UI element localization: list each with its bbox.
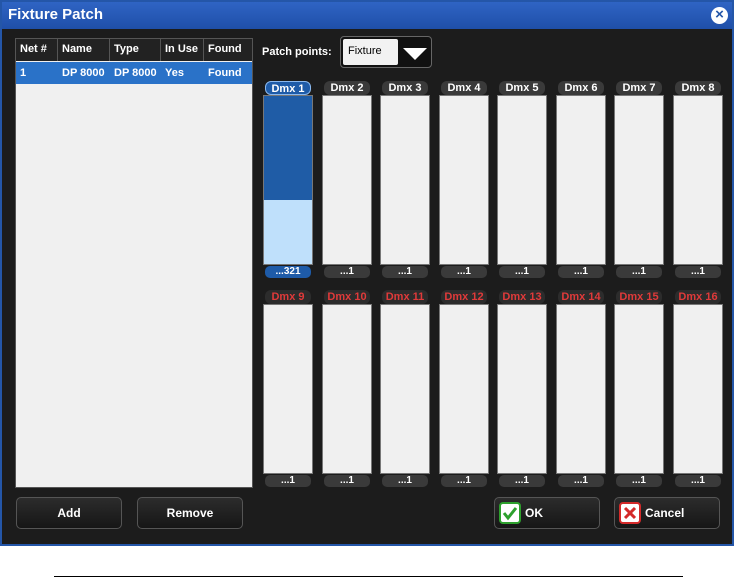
dmx-selected-fill (264, 200, 312, 264)
dmx-patch-slot[interactable] (263, 304, 313, 474)
column-header-in-use[interactable]: In Use (161, 39, 204, 61)
dmx-universe-12[interactable]: Dmx 12 ...1 (439, 290, 489, 492)
dmx-label: Dmx 16 (675, 290, 721, 304)
dmx-address-footer: ...1 (499, 266, 545, 278)
cancel-button-label: Cancel (645, 506, 685, 520)
dmx-label: Dmx 2 (324, 81, 370, 95)
dmx-patch-slot[interactable] (439, 304, 489, 474)
dmx-label: Dmx 10 (324, 290, 370, 304)
cell-name: DP 8000 (62, 67, 105, 79)
dmx-patch-slot[interactable] (497, 95, 547, 265)
dmx-address-footer: ...1 (616, 266, 662, 278)
dmx-universe-2[interactable]: Dmx 2 ...1 (322, 81, 372, 283)
dmx-universe-9[interactable]: Dmx 9 ...1 (263, 290, 313, 492)
dmx-used-fill (264, 96, 312, 200)
dmx-universe-5[interactable]: Dmx 5 ...1 (497, 81, 547, 283)
cell-in-use: Yes (165, 67, 184, 79)
dmx-patch-slot[interactable] (380, 304, 430, 474)
list-header: Net # Name Type In Use Found (16, 39, 252, 61)
dmx-label: Dmx 9 (265, 290, 311, 304)
dmx-label: Dmx 15 (616, 290, 662, 304)
checkmark-icon (499, 502, 521, 524)
column-header-net[interactable]: Net # (16, 39, 58, 61)
dmx-patch-slot[interactable] (439, 95, 489, 265)
dmx-universe-13[interactable]: Dmx 13 ...1 (497, 290, 547, 492)
dmx-label: Dmx 6 (558, 81, 604, 95)
dmx-label: Dmx 8 (675, 81, 721, 95)
column-header-name[interactable]: Name (58, 39, 110, 61)
dmx-universe-15[interactable]: Dmx 15 ...1 (614, 290, 664, 492)
cell-type: DP 8000 (114, 67, 157, 79)
column-header-found[interactable]: Found (204, 39, 252, 61)
dmx-universe-10[interactable]: Dmx 10 ...1 (322, 290, 372, 492)
dmx-universe-4[interactable]: Dmx 4 ...1 (439, 81, 489, 283)
dmx-universe-7[interactable]: Dmx 7 ...1 (614, 81, 664, 283)
dmx-address-footer: ...321 (265, 266, 311, 278)
add-button[interactable]: Add (16, 497, 122, 529)
remove-button-label: Remove (166, 506, 214, 520)
dmx-label: Dmx 1 (265, 81, 311, 95)
dmx-patch-slot[interactable] (614, 95, 664, 265)
dmx-label: Dmx 13 (499, 290, 545, 304)
dmx-patch-slot[interactable] (673, 304, 723, 474)
dmx-label: Dmx 11 (382, 290, 428, 304)
dmx-address-footer: ...1 (441, 475, 487, 487)
title-bar: Fixture Patch × (2, 2, 732, 29)
dmx-address-footer: ...1 (675, 266, 721, 278)
dmx-universe-11[interactable]: Dmx 11 ...1 (380, 290, 430, 492)
dmx-address-footer: ...1 (265, 475, 311, 487)
dmx-patch-slot[interactable] (263, 95, 313, 265)
chevron-down-icon (403, 48, 427, 60)
close-icon[interactable]: × (711, 7, 728, 24)
dmx-address-footer: ...1 (324, 475, 370, 487)
dmx-patch-slot[interactable] (673, 95, 723, 265)
ok-button[interactable]: OK (494, 497, 600, 529)
dmx-address-footer: ...1 (324, 266, 370, 278)
dmx-address-footer: ...1 (558, 475, 604, 487)
add-button-label: Add (57, 506, 81, 520)
cell-found: Found (208, 67, 242, 79)
ok-button-label: OK (525, 506, 543, 520)
dmx-address-footer: ...1 (382, 266, 428, 278)
patch-points-value: Fixture (343, 39, 398, 65)
dmx-universe-16[interactable]: Dmx 16 ...1 (673, 290, 723, 492)
dmx-patch-slot[interactable] (556, 95, 606, 265)
cancel-button[interactable]: Cancel (614, 497, 720, 529)
dmx-label: Dmx 4 (441, 81, 487, 95)
dmx-label: Dmx 3 (382, 81, 428, 95)
dmx-universe-14[interactable]: Dmx 14 ...1 (556, 290, 606, 492)
dmx-patch-slot[interactable] (380, 95, 430, 265)
dmx-universe-6[interactable]: Dmx 6 ...1 (556, 81, 606, 283)
dmx-label: Dmx 5 (499, 81, 545, 95)
patch-points-dropdown[interactable]: Fixture (340, 36, 432, 68)
dmx-address-footer: ...1 (499, 475, 545, 487)
dmx-label: Dmx 14 (558, 290, 604, 304)
dmx-patch-slot[interactable] (322, 95, 372, 265)
cancel-x-icon (619, 502, 641, 524)
divider (54, 576, 683, 577)
dmx-patch-slot[interactable] (614, 304, 664, 474)
dmx-patch-slot[interactable] (322, 304, 372, 474)
dmx-address-footer: ...1 (441, 266, 487, 278)
patch-points-label: Patch points: (262, 46, 332, 58)
dialog-title: Fixture Patch (8, 6, 104, 23)
dmx-patch-slot[interactable] (556, 304, 606, 474)
column-header-type[interactable]: Type (110, 39, 161, 61)
fixture-patch-dialog: Fixture Patch × Net # Name Type In Use F… (0, 0, 734, 546)
dmx-address-footer: ...1 (616, 475, 662, 487)
dmx-universe-3[interactable]: Dmx 3 ...1 (380, 81, 430, 283)
table-row[interactable]: 1 DP 8000 DP 8000 Yes Found (16, 62, 252, 84)
dmx-address-footer: ...1 (558, 266, 604, 278)
fixture-list[interactable]: Net # Name Type In Use Found 1 DP 8000 D… (15, 38, 253, 488)
dmx-address-footer: ...1 (675, 475, 721, 487)
dmx-label: Dmx 12 (441, 290, 487, 304)
dmx-address-footer: ...1 (382, 475, 428, 487)
dmx-label: Dmx 7 (616, 81, 662, 95)
dmx-universe-1[interactable]: Dmx 1 ...321 (263, 81, 313, 283)
cell-net: 1 (20, 67, 27, 79)
remove-button[interactable]: Remove (137, 497, 243, 529)
dmx-universe-8[interactable]: Dmx 8 ...1 (673, 81, 723, 283)
dmx-patch-slot[interactable] (497, 304, 547, 474)
